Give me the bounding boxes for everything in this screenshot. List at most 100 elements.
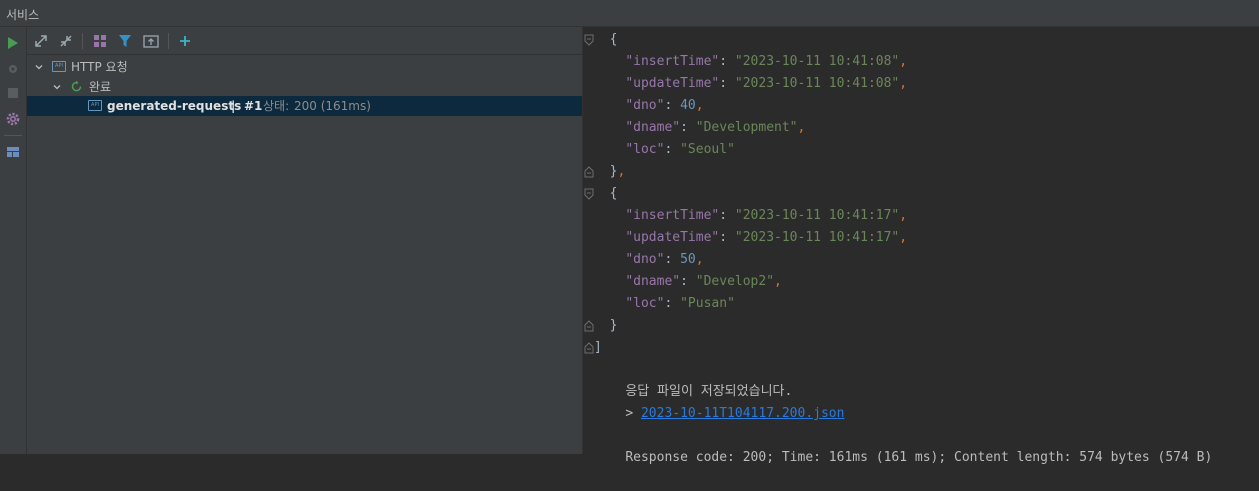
http-api-icon: API [88, 100, 102, 111]
response-summary: Response code: 200; Time: 161ms (161 ms)… [625, 450, 1213, 465]
json-comma: , [797, 120, 806, 135]
fold-open-icon[interactable] [584, 34, 594, 46]
json-colon: : [680, 274, 696, 289]
group-icon[interactable] [92, 33, 108, 49]
json-comma: , [695, 252, 704, 267]
json-key: "updateTime" [625, 230, 720, 245]
response-file-link[interactable]: 2023-10-11T104117.200.json [641, 406, 845, 421]
json-colon: : [719, 76, 735, 91]
json-line: "dno": 40, [583, 95, 1259, 117]
summary-line: Response code: 200; Time: 161ms (161 ms)… [594, 425, 1259, 465]
json-bracket: { [609, 32, 618, 47]
json-line-content: "insertTime": "2023-10-11 10:41:17", [594, 205, 907, 227]
json-value: "Pusan" [680, 296, 735, 311]
strip-divider [4, 135, 22, 136]
json-value: "2023-10-11 10:41:08" [734, 54, 900, 69]
refresh-icon [71, 80, 82, 92]
request-status-label: 상태: [263, 99, 290, 113]
tree-node-http-requests[interactable]: API HTTP 요청 [27, 57, 582, 77]
tool-window-title: 서비스 [6, 8, 40, 22]
run-icon[interactable] [5, 35, 21, 51]
json-line-content: ] [594, 337, 602, 359]
json-value: "Development" [695, 120, 798, 135]
json-line: "dno": 50, [583, 249, 1259, 271]
json-line-content: "dno": 50, [594, 249, 704, 271]
json-key: "dname" [625, 274, 681, 289]
json-comma: , [774, 274, 782, 289]
json-colon: : [664, 252, 681, 267]
layout-icon[interactable] [5, 144, 21, 160]
tool-window-titlebar: 서비스 [0, 0, 1259, 27]
json-line: "loc": "Pusan" [583, 293, 1259, 315]
json-line: { [583, 183, 1259, 205]
json-key: "loc" [625, 296, 665, 311]
stop-icon[interactable] [5, 85, 21, 101]
json-line-content: "dname": "Development", [594, 117, 805, 139]
json-comma: , [899, 230, 908, 245]
json-colon: : [719, 54, 735, 69]
fold-open-icon[interactable] [584, 188, 594, 200]
fold-close-icon[interactable] [584, 166, 594, 178]
json-key: "dno" [625, 98, 665, 113]
json-colon: : [680, 120, 696, 135]
json-line-content: "dname": "Develop2", [594, 271, 782, 293]
json-line: } [583, 315, 1259, 337]
chevron-down-icon[interactable] [35, 63, 43, 71]
fold-close-icon[interactable] [584, 342, 594, 354]
json-line-content: "dno": 40, [594, 95, 703, 117]
json-colon: : [664, 142, 681, 157]
json-line-content: "loc": "Seoul" [594, 139, 735, 161]
tree-node-label: HTTP 요청 [71, 60, 128, 74]
toolbar-separator [82, 33, 83, 49]
collapse-all-icon[interactable] [58, 33, 74, 49]
add-icon[interactable] [177, 33, 193, 49]
json-line-content: "updateTime": "2023-10-11 10:41:08", [594, 73, 907, 95]
left-action-strip [0, 27, 27, 454]
tree-node-complete[interactable]: 완료 [27, 77, 582, 97]
services-panel: API HTTP 요청 완료 API generated-requests | … [27, 27, 582, 454]
settings-icon[interactable] [5, 111, 21, 127]
request-name: generated-requests [107, 99, 242, 113]
json-key: "updateTime" [625, 76, 720, 91]
json-key: "dno" [625, 252, 665, 267]
json-line: "insertTime": "2023-10-11 10:41:08", [583, 51, 1259, 73]
json-key: "loc" [625, 142, 665, 157]
json-key: "insertTime" [625, 208, 720, 223]
json-value: "Seoul" [680, 142, 735, 157]
toolbar-separator [168, 33, 169, 49]
json-line: ] [583, 337, 1259, 359]
saved-message-line: 응답 파일이 저장되었습니다. [594, 359, 1259, 399]
json-line-content: { [594, 29, 618, 51]
json-value: 50 [680, 252, 696, 267]
filter-icon[interactable] [117, 33, 133, 49]
json-line-content: { [594, 183, 618, 205]
json-line: { [583, 29, 1259, 51]
json-key: "dname" [625, 120, 681, 135]
json-key: "insertTime" [625, 54, 720, 69]
response-viewer[interactable]: { "insertTime": "2023-10-11 10:41:08", "… [583, 27, 1259, 465]
expand-all-icon[interactable] [33, 33, 49, 49]
json-colon: : [664, 98, 681, 113]
fold-close-icon[interactable] [584, 320, 594, 332]
debug-icon[interactable] [5, 61, 21, 77]
json-comma: , [899, 54, 908, 69]
tree-node-generated-requests[interactable]: API generated-requests | #1 상태: 200 (161… [27, 96, 582, 116]
json-comma: , [899, 76, 908, 91]
json-bracket: { [609, 186, 618, 201]
request-status-value: 200 (161ms) [294, 99, 371, 113]
new-window-icon[interactable] [143, 33, 159, 49]
chevron-down-icon[interactable] [53, 83, 61, 91]
json-line: "loc": "Seoul" [583, 139, 1259, 161]
